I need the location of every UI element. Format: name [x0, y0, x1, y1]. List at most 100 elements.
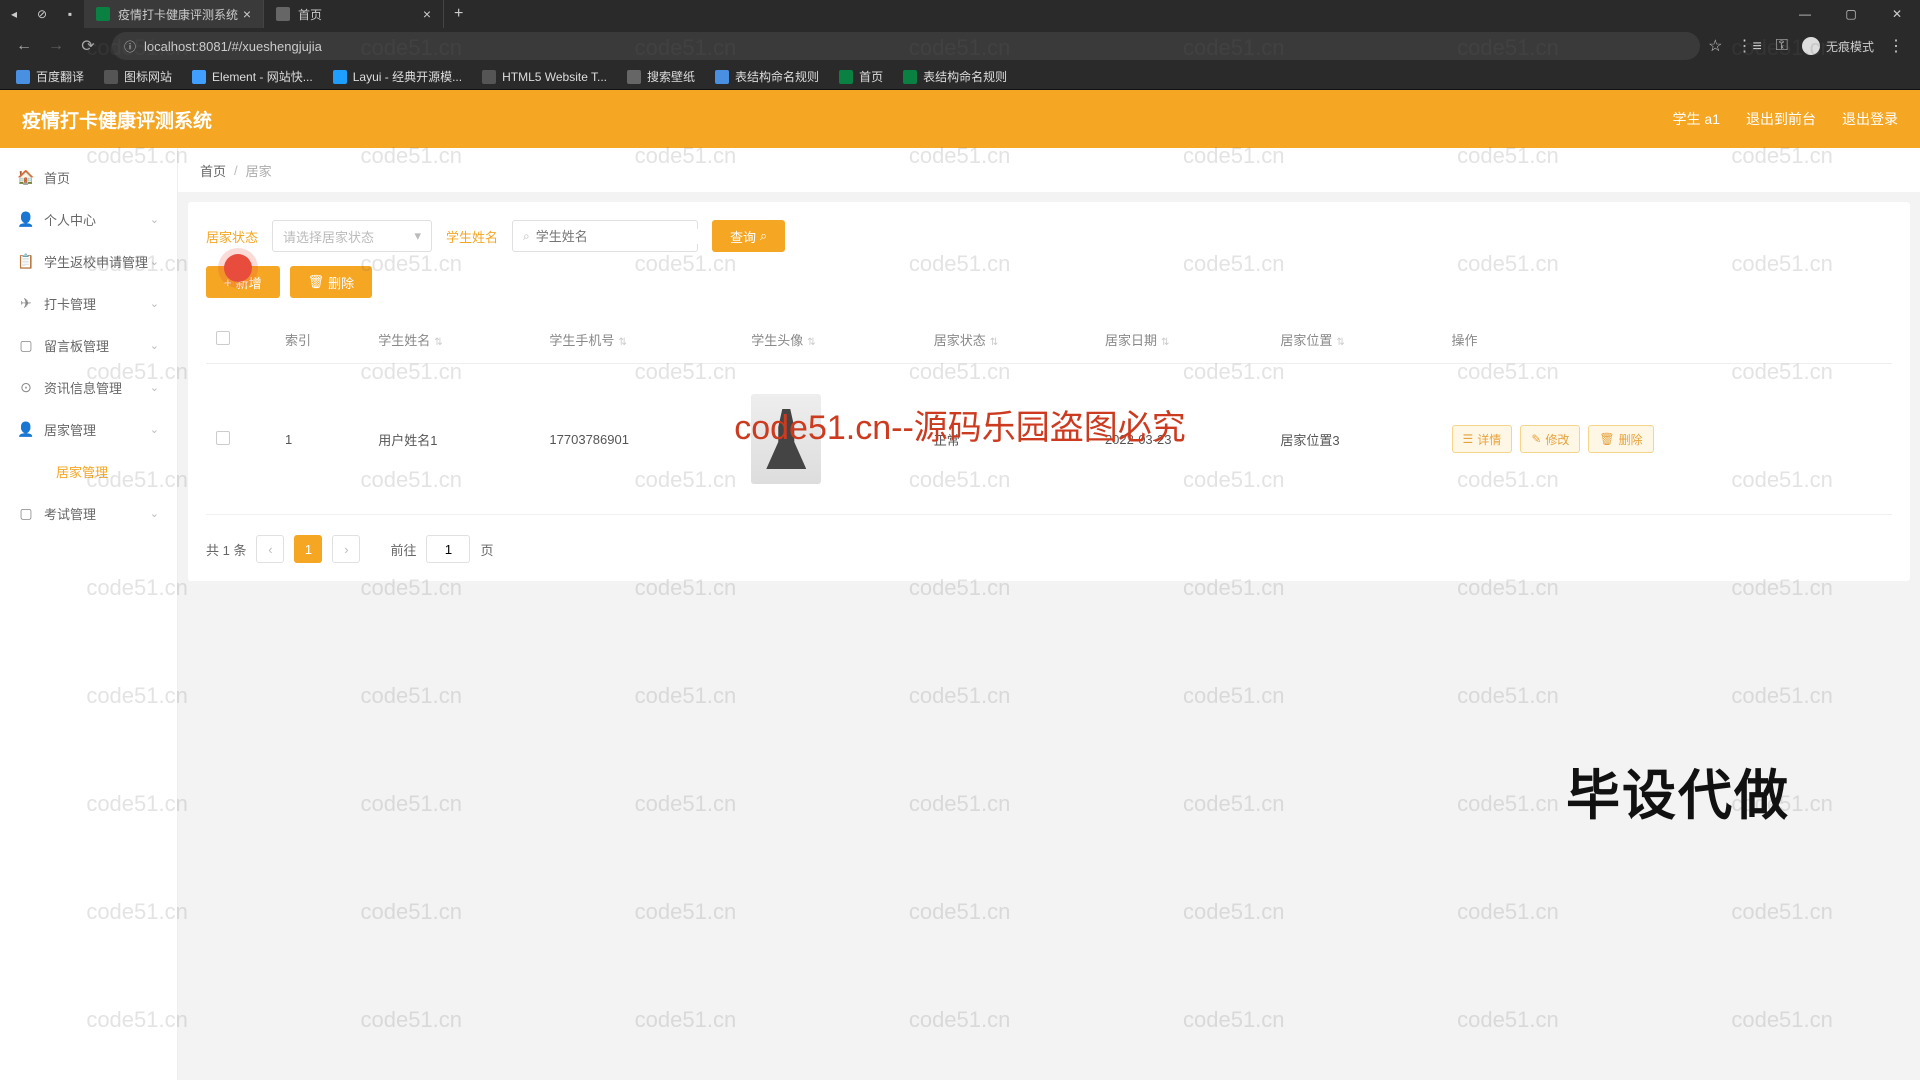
status-select[interactable]: 请选择居家状态 ▾	[272, 220, 432, 252]
sort-icon: ⇅	[807, 337, 815, 348]
sidebar-label: 首页	[44, 168, 70, 187]
box-icon[interactable]: ▪	[62, 6, 78, 22]
table-header[interactable]: 学生手机号⇅	[539, 316, 741, 364]
sidebar-label: 留言板管理	[44, 336, 109, 355]
back-to-front-button[interactable]: 退出到前台	[1746, 109, 1816, 129]
sidebar-label: 打卡管理	[44, 294, 96, 313]
bookmark-icon	[627, 70, 641, 84]
table-row: 1 用户姓名1 17703786901 正常 2022-03-23 居家位置3 …	[206, 364, 1892, 515]
detail-button[interactable]: ☰详情	[1452, 425, 1513, 453]
cell-avatar	[741, 364, 924, 515]
bookmark-label: 图标网站	[124, 68, 172, 85]
cell-location: 居家位置3	[1270, 364, 1441, 515]
nav-menu-icon[interactable]: ◂	[6, 6, 22, 22]
bookmark-item[interactable]: Element - 网站快...	[184, 68, 321, 85]
name-input[interactable]	[536, 229, 712, 244]
checkbox-all[interactable]	[216, 331, 230, 345]
delete-button[interactable]: 🗑 删除	[290, 266, 373, 298]
sidebar-icon: ✈	[18, 295, 34, 311]
table-header[interactable]: 居家状态⇅	[924, 316, 1095, 364]
sidebar-item[interactable]: 居家管理	[0, 450, 177, 492]
menu-button[interactable]: ⋮	[1888, 36, 1904, 56]
address-bar[interactable]: ⓘ localhost:8081/#/xueshengjujia	[112, 32, 1700, 60]
bookmark-item[interactable]: Layui - 经典开源模...	[325, 68, 470, 85]
bookmark-label: 表结构命名规则	[923, 68, 1007, 85]
bookmark-icon	[16, 70, 30, 84]
data-table: 索引学生姓名⇅学生手机号⇅学生头像⇅居家状态⇅居家日期⇅居家位置⇅操作 1 用户…	[206, 316, 1892, 515]
table-header[interactable]: 学生头像⇅	[741, 316, 924, 364]
bookmark-item[interactable]: 表结构命名规则	[707, 68, 827, 85]
table-header[interactable]: 学生姓名⇅	[368, 316, 539, 364]
trash-icon: 🗑	[1599, 432, 1614, 446]
settings-icon[interactable]: ⋮≡	[1736, 36, 1761, 56]
page-number[interactable]: 1	[294, 535, 322, 563]
chevron-down-icon: ⌄	[150, 423, 159, 436]
browser-tab[interactable]: 首页 ×	[264, 0, 444, 28]
sort-icon: ⇅	[434, 337, 442, 348]
sidebar-item[interactable]: 👤居家管理⌄	[0, 408, 177, 450]
next-page-button[interactable]: ›	[332, 535, 360, 563]
back-button[interactable]: ←	[8, 30, 40, 62]
sidebar-item[interactable]: ▢考试管理⌄	[0, 492, 177, 534]
chevron-down-icon: ⌄	[150, 213, 159, 226]
chevron-down-icon: ▾	[414, 228, 421, 244]
sidebar: 🏠首页👤个人中心⌄📋学生返校申请管理⌄✈打卡管理⌄▢留言板管理⌄⊙资讯信息管理⌄…	[0, 148, 178, 1080]
sidebar-item[interactable]: ✈ 打卡管理 ⌄	[0, 282, 177, 324]
chevron-down-icon: ⌄	[150, 381, 159, 394]
chevron-down-icon: ⌄	[150, 297, 159, 310]
close-window-button[interactable]: ✕	[1874, 0, 1920, 28]
table-header[interactable]: 索引	[275, 316, 368, 364]
sidebar-label: 学生返校申请管理	[44, 252, 148, 271]
bookmark-item[interactable]: 图标网站	[96, 68, 180, 85]
add-button[interactable]: + 新增	[206, 266, 280, 298]
list-icon: ☰	[1463, 432, 1474, 446]
chevron-down-icon: ⌄	[150, 255, 159, 268]
bookmark-label: HTML5 Website T...	[502, 70, 607, 84]
reload-button[interactable]: ⟳	[72, 30, 104, 62]
forward-button[interactable]: →	[40, 30, 72, 62]
maximize-button[interactable]: ▢	[1828, 0, 1874, 28]
tab-title: 首页	[298, 6, 322, 23]
bookmark-item[interactable]: 首页	[831, 68, 891, 85]
table-header[interactable]: 居家位置⇅	[1270, 316, 1441, 364]
sidebar-icon: ▢	[18, 505, 34, 521]
cell-date: 2022-03-23	[1095, 364, 1270, 515]
edit-button[interactable]: ✎修改	[1520, 425, 1580, 453]
breadcrumb-current: 居家	[246, 161, 272, 180]
key-icon[interactable]: ⚿	[1776, 37, 1788, 55]
prev-page-button[interactable]: ‹	[256, 535, 284, 563]
sidebar-icon: 📋	[18, 253, 34, 269]
name-input-wrap[interactable]: ⌕	[512, 220, 698, 252]
breadcrumb-home[interactable]: 首页	[200, 161, 226, 180]
sidebar-item[interactable]: 🏠首页	[0, 156, 177, 198]
sidebar-item[interactable]: ⊙资讯信息管理⌄	[0, 366, 177, 408]
avatar-icon	[766, 409, 806, 469]
table-header[interactable]: 居家日期⇅	[1095, 316, 1270, 364]
bookmark-item[interactable]: 百度翻译	[8, 68, 92, 85]
logout-button[interactable]: 退出登录	[1842, 109, 1898, 129]
query-button[interactable]: 查询 ⌕	[712, 220, 785, 252]
sidebar-item[interactable]: ▢留言板管理⌄	[0, 324, 177, 366]
pencil-icon: ✎	[1531, 432, 1541, 446]
incognito-indicator: 无痕模式	[1802, 37, 1874, 55]
sidebar-item[interactable]: 👤个人中心⌄	[0, 198, 177, 240]
minimize-button[interactable]: —	[1782, 0, 1828, 28]
bookmark-label: Element - 网站快...	[212, 68, 313, 85]
bookmark-item[interactable]: 表结构命名规则	[895, 68, 1015, 85]
user-label[interactable]: 学生 a1	[1673, 109, 1720, 129]
new-tab-button[interactable]: +	[444, 5, 473, 23]
bookmark-item[interactable]: 搜索壁纸	[619, 68, 703, 85]
goto-page-input[interactable]	[426, 535, 470, 563]
sidebar-icon: 👤	[18, 421, 34, 437]
browser-tab-active[interactable]: 疫情打卡健康评测系统 ×	[84, 0, 264, 28]
star-icon[interactable]: ☆	[1708, 36, 1722, 56]
sidebar-item[interactable]: 📋 学生返校申请管理⌄	[0, 240, 177, 282]
close-icon[interactable]: ×	[243, 6, 251, 22]
bookmark-item[interactable]: HTML5 Website T...	[474, 70, 615, 84]
world-icon[interactable]: ⊘	[34, 6, 50, 22]
row-delete-button[interactable]: 🗑删除	[1588, 425, 1653, 453]
cell-name: 用户姓名1	[368, 364, 539, 515]
bookmark-label: 首页	[859, 68, 883, 85]
close-icon[interactable]: ×	[423, 6, 431, 22]
row-checkbox[interactable]	[216, 431, 230, 445]
